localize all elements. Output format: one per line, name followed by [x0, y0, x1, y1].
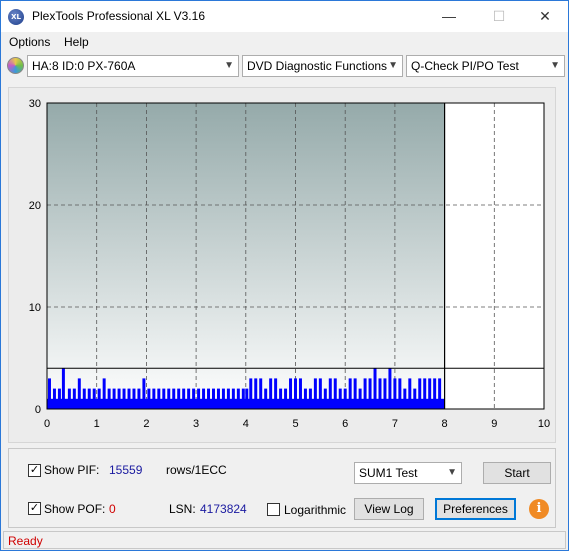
lsn-value: 4173824: [200, 502, 247, 516]
y-tick-label: 30: [29, 98, 41, 110]
x-tick-label: 3: [193, 418, 199, 430]
test-select[interactable]: Q-Check PI/PO Test ▼: [406, 55, 565, 77]
show-pof-label: Show POF:: [44, 502, 106, 516]
x-tick-label: 6: [342, 418, 348, 430]
menu-bar: Options Help: [1, 32, 568, 52]
chevron-down-icon: ▼: [447, 467, 457, 478]
y-tick-label: 10: [29, 302, 41, 314]
pof-value: 0: [109, 502, 116, 516]
x-tick-label: 10: [538, 418, 550, 430]
toolbar: HA:8 ID:0 PX-760A ▼ DVD Diagnostic Funct…: [1, 53, 568, 79]
close-button[interactable]: ✕: [522, 1, 568, 32]
menu-help[interactable]: Help: [64, 35, 89, 49]
function-select-value: DVD Diagnostic Functions: [247, 59, 388, 73]
function-select[interactable]: DVD Diagnostic Functions ▼: [242, 55, 403, 77]
pipo-chart: 0 1 2 3 4 5 6 7 8 9 10 0 10 20 30: [29, 98, 550, 430]
y-tick-label: 20: [29, 200, 41, 212]
x-tick-label: 1: [94, 418, 100, 430]
sum-test-value: SUM1 Test: [359, 466, 418, 480]
app-window: XL PlexTools Professional XL V3.16 — ☐ ✕…: [0, 0, 569, 551]
data-baseline: [47, 398, 445, 409]
preferences-button[interactable]: Preferences: [435, 498, 516, 520]
minimize-button[interactable]: —: [426, 1, 472, 32]
x-tick-label: 4: [243, 418, 249, 430]
window-title: PlexTools Professional XL V3.16: [32, 9, 205, 23]
drive-select[interactable]: HA:8 ID:0 PX-760A ▼: [27, 55, 239, 77]
chart-area: 0 1 2 3 4 5 6 7 8 9 10 0 10 20 30: [8, 87, 556, 443]
disc-icon: [7, 57, 24, 74]
x-tick-label: 0: [44, 418, 50, 430]
pif-unit: rows/1ECC: [166, 463, 227, 477]
chevron-down-icon: ▼: [550, 60, 560, 71]
show-pof-checkbox[interactable]: ✓: [28, 502, 41, 515]
info-icon[interactable]: i: [529, 499, 549, 519]
x-tick-label: 8: [442, 418, 448, 430]
drive-select-value: HA:8 ID:0 PX-760A: [32, 59, 136, 73]
maximize-button[interactable]: ☐: [476, 1, 522, 32]
options-panel: ✓ Show PIF: 15559 rows/1ECC ✓ Show POF: …: [8, 448, 556, 528]
lsn-label: LSN:: [169, 502, 196, 516]
status-text: Ready: [8, 534, 43, 548]
show-pif-checkbox[interactable]: ✓: [28, 464, 41, 477]
chevron-down-icon: ▼: [224, 60, 234, 71]
y-tick-label: 0: [35, 404, 41, 416]
test-select-value: Q-Check PI/PO Test: [411, 59, 519, 73]
logarithmic-label: Logarithmic: [284, 503, 347, 517]
logarithmic-checkbox[interactable]: [267, 503, 280, 516]
x-tick-label: 2: [143, 418, 149, 430]
app-logo-icon: XL: [8, 9, 24, 25]
view-log-button[interactable]: View Log: [354, 498, 424, 520]
menu-options[interactable]: Options: [9, 35, 50, 49]
x-tick-label: 9: [491, 418, 497, 430]
pif-value: 15559: [109, 463, 143, 477]
x-tick-label: 7: [392, 418, 398, 430]
x-tick-label: 5: [292, 418, 298, 430]
status-bar: Ready: [3, 531, 566, 549]
show-pif-label: Show PIF:: [44, 463, 100, 477]
chevron-down-icon: ▼: [388, 60, 398, 71]
title-bar[interactable]: XL PlexTools Professional XL V3.16 — ☐ ✕: [1, 1, 568, 32]
start-button[interactable]: Start: [483, 462, 551, 484]
sum-test-select[interactable]: SUM1 Test ▼: [354, 462, 462, 484]
